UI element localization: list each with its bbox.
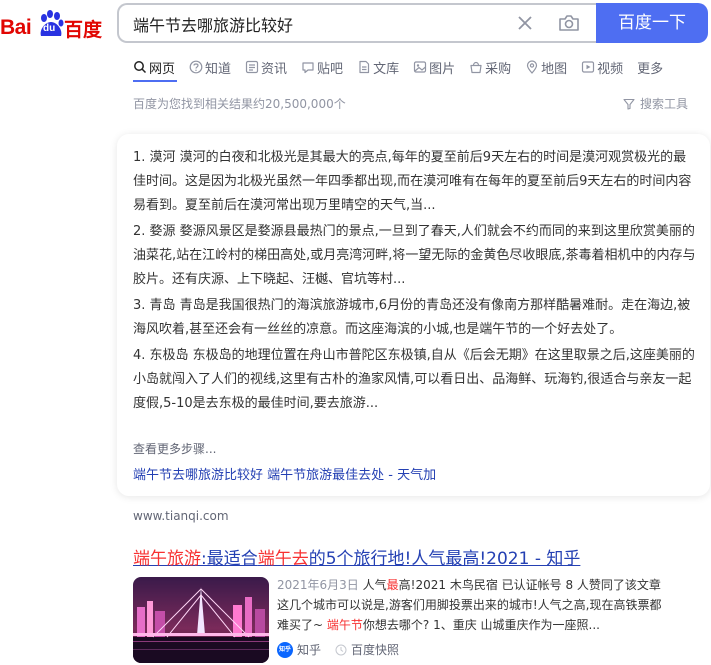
tab-label: 视频 xyxy=(597,61,624,77)
zhihu-logo-icon: 知乎 xyxy=(277,641,293,658)
title-highlight: 端午旅游 xyxy=(133,549,201,569)
tab-video[interactable]: 视频 xyxy=(581,56,623,78)
tab-label: 资讯 xyxy=(261,61,288,77)
tab-map[interactable]: 地图 xyxy=(525,56,567,78)
tab-label: 图片 xyxy=(429,61,456,77)
snippet-text: 这几个城市可以说是,游客们用脚投票出来的城市!人气之高,现在高铁票都 xyxy=(277,598,662,612)
basket-icon xyxy=(470,61,482,74)
card-source-link[interactable]: 端午节去哪旅游比较好 端午节旅游最佳去处 - 天气加 xyxy=(133,464,436,483)
search-button[interactable]: 百度一下 xyxy=(596,3,708,43)
question-icon xyxy=(189,60,203,74)
tab-caigou[interactable]: 采购 xyxy=(469,56,511,78)
logo-chinese-text: 百度 xyxy=(64,19,103,41)
search-tools-button[interactable]: 搜索工具 xyxy=(623,95,688,112)
snippet-line: 2021年6月3日 人气最高!2021 木鸟民宿 已认证帐号 8 人赞同了该文章 xyxy=(277,575,707,595)
tab-label: 文库 xyxy=(373,61,400,77)
answer-item: 1. 漠河 漠河的白夜和北极光是其最大的亮点,每年的夏至前后9天左右的时间是漠河… xyxy=(133,150,692,213)
snapshot-icon xyxy=(335,644,347,655)
snippet-text: 你想去哪个? 1、重庆 山城重庆作为一座照... xyxy=(362,618,600,632)
search-tools-label: 搜索工具 xyxy=(640,97,689,111)
search-tabs: 网页 知道 资讯 贴吧 文库 图片 采购 地图 视频 更多 xyxy=(133,56,677,78)
result-source-row: 知乎 知乎 百度快照 xyxy=(277,641,399,658)
title-text: :最适合 xyxy=(201,549,258,569)
tab-tieba[interactable]: 贴吧 xyxy=(301,56,343,78)
active-tab-indicator xyxy=(133,80,177,82)
snippet-line: 这几个城市可以说是,游客们用脚投票出来的城市!人气之高,现在高铁票都 xyxy=(277,595,707,615)
result-count: 百度为您找到相关结果约20,500,000个 xyxy=(133,97,346,111)
result-date: 2021年6月3日 xyxy=(277,578,359,592)
answer-item: 2. 婺源 婺源风景区是婺源县最热门的景点,一旦到了春天,人们就会不约而同的来到… xyxy=(133,224,696,287)
document-icon xyxy=(359,60,370,74)
result-source-name[interactable]: 知乎 xyxy=(297,641,321,658)
answer-card: 1. 漠河 漠河的白夜和北极光是其最大的亮点,每年的夏至前后9天左右的时间是漠河… xyxy=(117,134,710,496)
snapshot-link[interactable]: 百度快照 xyxy=(351,641,399,658)
play-icon xyxy=(582,61,595,73)
search-icon xyxy=(134,61,147,74)
title-highlight: 端午去 xyxy=(257,549,309,569)
answer-item: 3. 青岛 青岛是我国很热门的海滨旅游城市,6月份的青岛还没有像南方那样酷暑难耐… xyxy=(133,298,691,337)
tab-news[interactable]: 资讯 xyxy=(245,56,287,78)
title-text: 的5个旅行地!人气最高!2021 - 知乎 xyxy=(308,549,581,569)
tab-label: 网页 xyxy=(149,61,176,77)
tab-images[interactable]: 图片 xyxy=(413,56,455,78)
tab-label: 贴吧 xyxy=(317,61,344,77)
snippet-text: 高!2021 木鸟民宿 已认证帐号 8 人赞同了该文章 xyxy=(398,578,661,592)
tab-label: 知道 xyxy=(205,61,232,77)
result-title-link[interactable]: 端午旅游:最适合端午去的5个旅行地!人气最高!2021 - 知乎 xyxy=(133,544,580,569)
snippet-text: 人气 xyxy=(358,578,387,592)
snippet-text: 难买了~ xyxy=(277,618,327,632)
tab-more[interactable]: 更多 xyxy=(637,56,663,78)
search-box[interactable] xyxy=(117,3,598,43)
tab-label: 地图 xyxy=(541,61,568,77)
tab-label: 更多 xyxy=(637,61,664,77)
baidu-logo[interactable]: Bai du 百度 xyxy=(0,8,104,41)
more-steps-link[interactable]: 查看更多步骤... xyxy=(133,440,216,457)
source-url: www.tianqi.com xyxy=(133,509,229,523)
tab-label: 采购 xyxy=(485,61,512,77)
answer-item: 4. 东极岛 东极岛的地理位置在舟山市普陀区东极镇,自从《后会无期》在这里取景之… xyxy=(133,348,695,411)
search-input[interactable] xyxy=(133,14,493,33)
clear-icon[interactable] xyxy=(516,14,534,32)
paw-icon: du xyxy=(37,10,65,38)
result-thumbnail[interactable] xyxy=(133,577,269,663)
map-pin-icon xyxy=(527,60,538,74)
snippet-line: 难买了~ 端午节你想去哪个? 1、重庆 山城重庆作为一座照... xyxy=(277,615,707,635)
tieba-icon xyxy=(302,62,314,74)
news-icon xyxy=(245,60,259,74)
snippet-highlight: 端午节 xyxy=(326,618,363,632)
tab-wenku[interactable]: 文库 xyxy=(357,56,399,78)
image-icon xyxy=(413,61,427,73)
snippet-highlight: 最 xyxy=(386,578,399,592)
camera-icon[interactable] xyxy=(558,13,580,33)
tab-zhidao[interactable]: 知道 xyxy=(189,56,231,78)
filter-icon xyxy=(623,98,635,110)
logo-latin-text: Bai xyxy=(0,16,32,39)
logo-paw-text: du xyxy=(43,23,56,34)
result-snippet: 2021年6月3日 人气最高!2021 木鸟民宿 已认证帐号 8 人赞同了该文章… xyxy=(277,575,707,635)
tab-web[interactable]: 网页 xyxy=(133,56,175,78)
answer-list: 1. 漠河 漠河的白夜和北极光是其最大的亮点,每年的夏至前后9天左右的时间是漠河… xyxy=(133,146,696,418)
